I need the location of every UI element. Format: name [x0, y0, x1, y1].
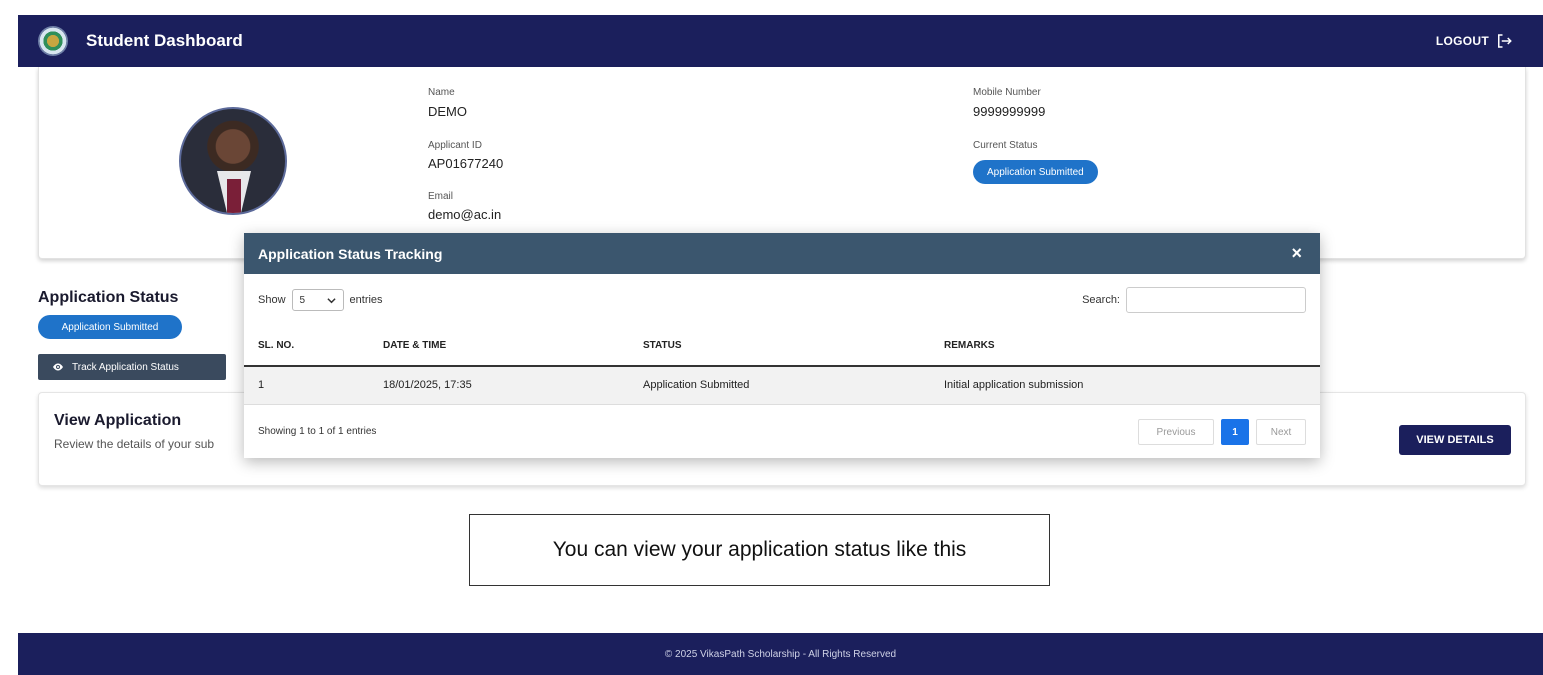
cell-status: Application Submitted: [643, 366, 944, 405]
column-header-status[interactable]: STATUS: [643, 326, 944, 367]
email-label: Email: [428, 191, 454, 202]
mobile-value: 9999999999: [973, 104, 1046, 119]
email-value: demo@ac.in: [428, 207, 502, 222]
status-tracking-modal: Application Status Tracking × Show 5 ent…: [244, 233, 1320, 458]
modal-header: Application Status Tracking ×: [244, 233, 1320, 274]
show-label: Show: [258, 294, 286, 306]
mobile-label: Mobile Number: [973, 87, 1041, 98]
table-header-row: SL. NO. DATE & TIME STATUS REMARKS: [244, 326, 1320, 367]
track-button-label: Track Application Status: [72, 361, 179, 373]
entries-length-control: Show 5 entries: [258, 289, 383, 311]
name-label: Name: [428, 87, 455, 98]
column-header-sl-no[interactable]: SL. NO.: [244, 326, 383, 367]
logout-button[interactable]: LOGOUT: [1436, 15, 1513, 67]
view-application-description: Review the details of your sub: [54, 437, 215, 451]
previous-page-button[interactable]: Previous: [1138, 419, 1214, 445]
instruction-caption: You can view your application status lik…: [469, 514, 1050, 586]
cell-date-time: 18/01/2025, 17:35: [383, 366, 643, 405]
close-icon[interactable]: ×: [1291, 243, 1302, 263]
cell-remarks: Initial application submission: [944, 366, 1320, 405]
current-page-button[interactable]: 1: [1221, 419, 1249, 445]
applicant-id-value: AP01677240: [428, 156, 504, 171]
chevron-down-icon: [326, 297, 336, 303]
status-tracking-table: SL. NO. DATE & TIME STATUS REMARKS 1 18/…: [244, 326, 1320, 405]
profile-card: Name DEMO Applicant ID AP01677240 Email …: [38, 67, 1526, 259]
modal-title: Application Status Tracking: [258, 245, 443, 262]
pagination: Previous 1 Next: [1138, 419, 1306, 445]
eye-icon: [53, 363, 63, 371]
cell-sl-no: 1: [244, 366, 383, 405]
application-status-badge: Application Submitted: [38, 315, 182, 339]
view-application-title: View Application: [54, 412, 182, 429]
entries-info: Showing 1 to 1 of 1 entries: [258, 426, 377, 437]
logout-label: LOGOUT: [1435, 34, 1489, 48]
table-search: Search:: [1082, 287, 1306, 313]
track-application-status-button[interactable]: Track Application Status: [38, 354, 226, 380]
table-row: 1 18/01/2025, 17:35 Application Submitte…: [244, 366, 1320, 405]
entries-select[interactable]: 5: [291, 289, 344, 311]
status-badge: Application Submitted: [973, 160, 1098, 184]
application-status-heading: Application Status: [38, 289, 179, 306]
entries-label: entries: [349, 294, 383, 306]
logo-icon: [38, 26, 68, 56]
entries-select-value: 5: [299, 294, 306, 306]
column-header-date-time[interactable]: DATE & TIME: [383, 326, 643, 367]
footer: © 2025 VikasPath Scholarship - All Right…: [18, 633, 1543, 675]
name-value: DEMO: [428, 104, 467, 119]
app-title: Student Dashboard: [86, 31, 243, 50]
current-status-label: Current Status: [973, 140, 1038, 151]
column-header-remarks[interactable]: REMARKS: [944, 326, 1320, 367]
top-navbar: Student Dashboard LOGOUT: [18, 15, 1543, 67]
next-page-button[interactable]: Next: [1256, 419, 1306, 445]
applicant-id-label: Applicant ID: [428, 140, 482, 151]
search-input[interactable]: [1126, 287, 1306, 313]
search-label: Search:: [1082, 294, 1120, 306]
avatar: [179, 107, 287, 215]
view-details-button[interactable]: VIEW DETAILS: [1399, 425, 1511, 455]
logout-icon: [1498, 34, 1512, 48]
